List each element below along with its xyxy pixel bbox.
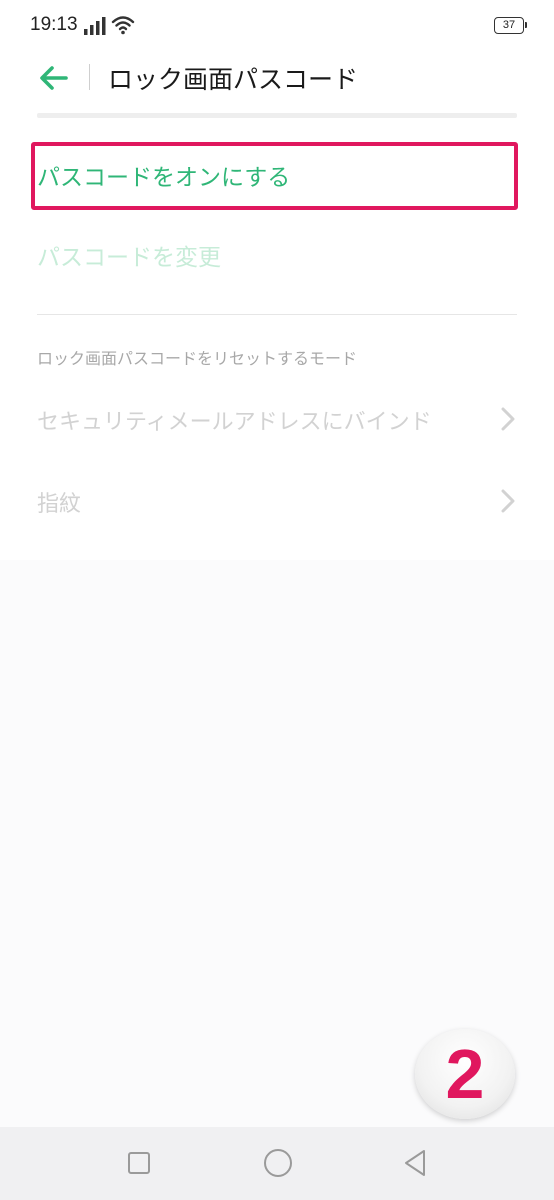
- page-title: ロック画面パスコード: [108, 65, 359, 94]
- home-circle-icon[interactable]: [264, 1149, 292, 1177]
- back-triangle-icon[interactable]: [402, 1148, 428, 1178]
- status-bar: 19:13 37: [0, 0, 554, 52]
- header-divider: [89, 64, 90, 90]
- step-badge: 2: [415, 1029, 515, 1119]
- status-time: 19:13: [30, 14, 78, 35]
- battery-icon: 37: [494, 17, 527, 34]
- signal-icon: [84, 17, 106, 35]
- fingerprint-item[interactable]: 指紋: [37, 486, 81, 518]
- change-passcode-button[interactable]: パスコードを変更: [37, 238, 221, 272]
- reset-mode-section-header: ロック画面パスコードをリセットするモード: [37, 349, 358, 368]
- wifi-icon: [111, 16, 135, 35]
- highlight-annotation-box: [31, 142, 518, 210]
- arrow-left-icon[interactable]: [38, 65, 68, 91]
- system-nav-bar: [0, 1127, 554, 1200]
- chevron-right-icon: [501, 407, 515, 431]
- section-divider: [37, 314, 517, 315]
- app-header: ロック画面パスコード: [0, 52, 554, 112]
- header-separator: [37, 113, 517, 118]
- step-badge-number: 2: [445, 1035, 485, 1113]
- recents-square-icon[interactable]: [128, 1152, 150, 1174]
- chevron-right-icon: [501, 489, 515, 513]
- bind-security-email-item[interactable]: セキュリティメールアドレスにバインド: [37, 404, 432, 436]
